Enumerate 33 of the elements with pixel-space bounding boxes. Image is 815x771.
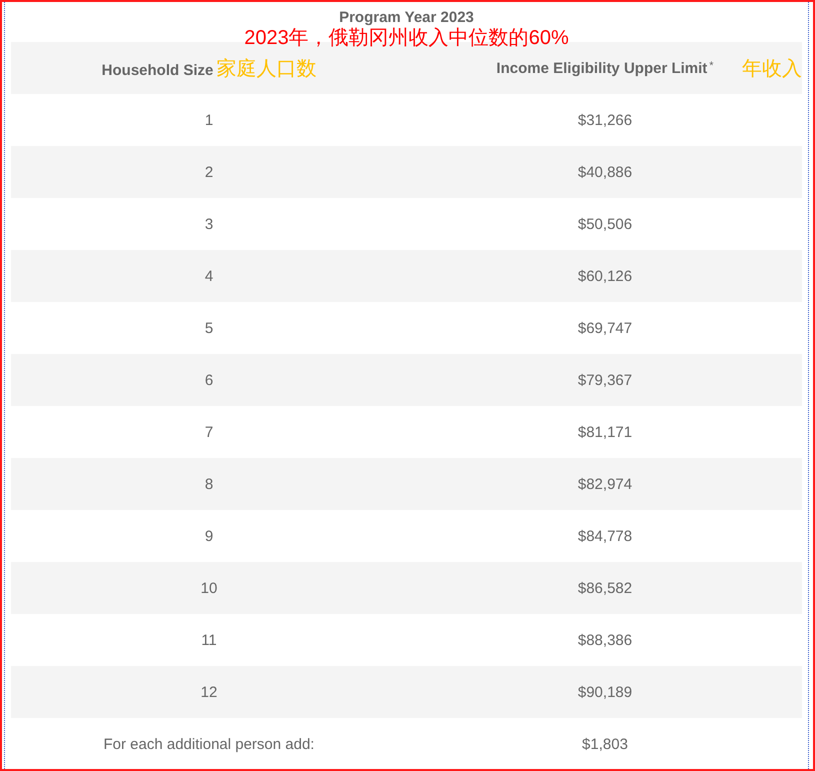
table-cell: 3 [204, 216, 214, 232]
table-cell: $50,506 [578, 216, 632, 232]
footnote-mark: * [709, 60, 714, 72]
table-cell: 9 [204, 528, 214, 544]
table-cell: For each additional person add: [104, 736, 314, 752]
table-title: Program Year 2023 [339, 9, 474, 26]
table-cell: $88,386 [578, 632, 632, 648]
column-header: Income Eligibility Upper Limit [496, 60, 708, 76]
table-cell: 7 [204, 424, 214, 440]
table-cell: 12 [200, 684, 218, 700]
table-cell: $82,974 [578, 476, 632, 492]
table-cell: $40,886 [578, 164, 632, 180]
table-cell: $60,126 [578, 268, 632, 284]
table-cell: 6 [204, 372, 214, 388]
table-cell: 1 [204, 112, 214, 128]
table-cell: 5 [204, 320, 214, 336]
table-cell: $69,747 [578, 320, 632, 336]
annotation-text: 年收入 [742, 57, 802, 82]
table-cell: $81,171 [578, 424, 632, 440]
table-cell: 4 [204, 268, 214, 284]
table-cell: $31,266 [578, 112, 632, 128]
table-cell: 11 [201, 632, 217, 648]
table-cell: $1,803 [582, 736, 628, 752]
table-cell: $90,189 [578, 684, 632, 700]
annotation-text: 家庭人口数 [216, 56, 316, 82]
table-cell: 10 [200, 580, 218, 596]
table-cell: $79,367 [578, 372, 632, 388]
table-cell: $84,778 [578, 528, 632, 544]
table-cell: 8 [204, 476, 214, 492]
table-cell: 2 [204, 164, 214, 180]
annotation-text: 2023年，俄勒冈州收入中位数的60% [244, 26, 569, 51]
column-header: Household Size [102, 62, 214, 78]
table-cell: $86,582 [578, 580, 632, 596]
